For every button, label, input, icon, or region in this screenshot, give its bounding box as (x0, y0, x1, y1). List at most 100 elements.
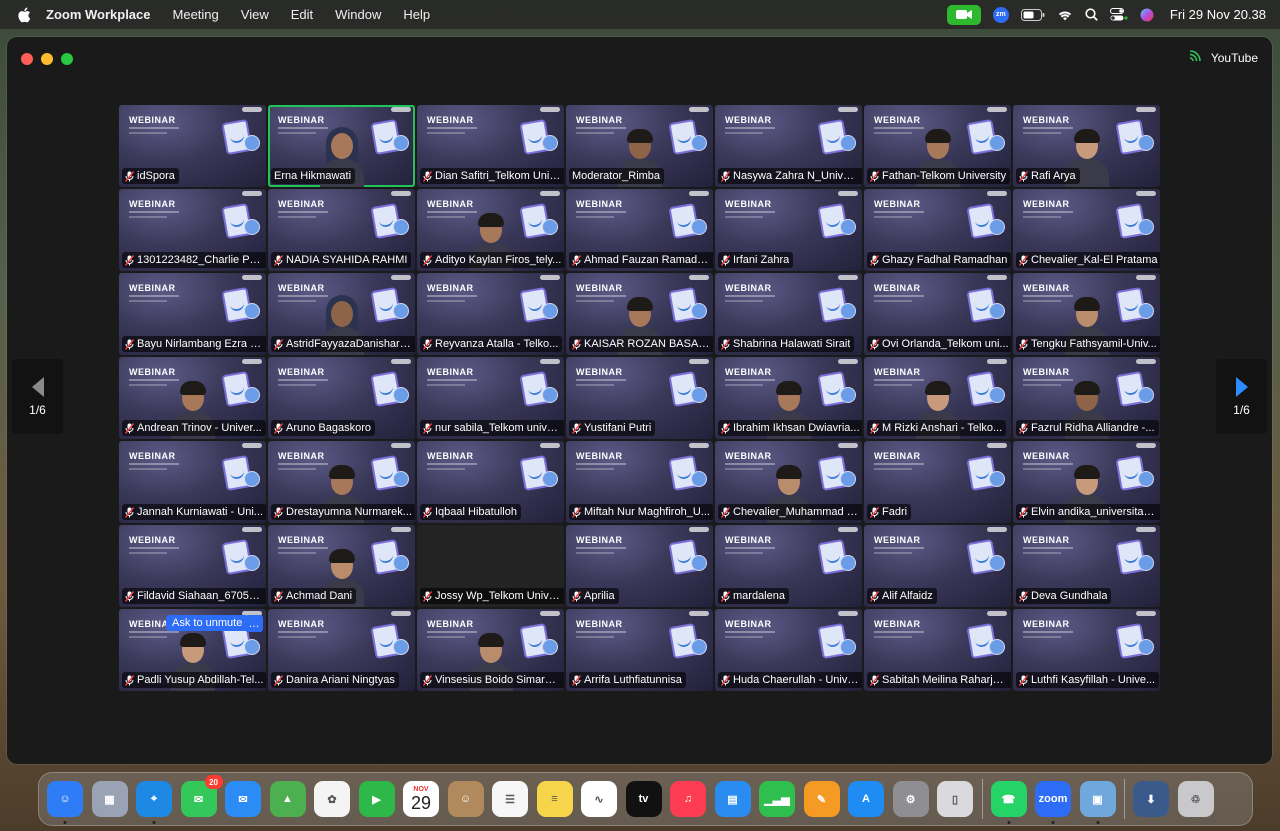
participant-tile[interactable]: WEBINAR Elvin andika_universitas... (1013, 441, 1160, 523)
apple-icon[interactable] (17, 7, 33, 23)
zoom-menu-icon[interactable]: zm (992, 6, 1009, 23)
spotlight-search-icon[interactable] (1085, 8, 1098, 21)
participant-tile[interactable]: WEBINAR Fildavid Siahaan_67052... (119, 525, 266, 607)
systemsettings-icon[interactable]: ⚙ (892, 781, 929, 817)
mail-icon[interactable]: ✉ (225, 781, 261, 817)
participant-tile[interactable]: WEBINAR Bayu Nirlambang Ezra K... (119, 273, 266, 355)
participant-tile[interactable]: WEBINAR Luthfi Kasyfillah - Unive... (1013, 609, 1160, 691)
menu-view[interactable]: View (241, 7, 269, 22)
participant-tile[interactable]: WEBINAR Iqbaal Hibatulloh (417, 441, 564, 523)
participant-tile[interactable]: WEBINAR mardalena (715, 525, 862, 607)
iphone-mirroring-icon[interactable]: ▯ (937, 781, 973, 817)
calendar-icon[interactable]: NOV 29 (403, 781, 439, 817)
participant-tile[interactable]: WEBINAR Dian Safitri_Telkom Univ... (417, 105, 564, 187)
music-icon[interactable]: ♫ (670, 781, 706, 817)
menu-edit[interactable]: Edit (291, 7, 313, 22)
contacts-icon[interactable]: ☺ (447, 781, 484, 817)
participant-tile[interactable]: WEBINAR Rafi Arya (1013, 105, 1160, 187)
participant-tile[interactable]: WEBINAR Drestayumna Nurmarek... (268, 441, 415, 523)
zoom-icon[interactable]: zoom (1035, 781, 1071, 824)
participant-tile[interactable]: WEBINAR Vinsesius Boido Simarm... (417, 609, 564, 691)
downloads-icon[interactable]: ⬇ (1133, 781, 1169, 817)
wifi-icon[interactable] (1057, 9, 1073, 21)
minimize-window-button[interactable] (41, 53, 53, 65)
participant-tile[interactable]: WEBINAR NADIA SYAHIDA RAHMI (268, 189, 415, 271)
dock-glyph: ⌖ (150, 792, 158, 805)
livestream-indicator[interactable]: YouTube (1189, 50, 1258, 65)
photos-icon[interactable]: ✿ (314, 781, 350, 817)
banner-subtitle-line (725, 132, 763, 134)
launchpad-icon[interactable]: ▦ (91, 781, 128, 817)
trash-icon[interactable]: ♲ (1177, 781, 1214, 817)
participant-tile[interactable]: WEBINAR Ask to unmute… Padli Yusup Abdilla… (119, 609, 266, 691)
participant-tile[interactable]: WEBINAR Reyvanza Atalla - Telko... (417, 273, 564, 355)
participant-tile[interactable]: WEBINAR Achmad Dani (268, 525, 415, 607)
participant-tile[interactable]: WEBINAR Adityo Kaylan Firos_tely... (417, 189, 564, 271)
participant-tile[interactable]: WEBINAR Danira Ariani Ningtyas (268, 609, 415, 691)
participant-tile[interactable]: WEBINAR Irfani Zahra (715, 189, 862, 271)
previous-page-button[interactable]: 1/6 (12, 359, 63, 434)
participant-tile[interactable]: WEBINAR Aprilia (566, 525, 713, 607)
appstore-icon[interactable]: A (848, 781, 884, 817)
freeform-icon[interactable]: ∿ (581, 781, 617, 817)
participant-tile[interactable]: WEBINAR Aruno Bagaskoro (268, 357, 415, 439)
finder-icon[interactable]: ☺ (47, 781, 83, 824)
menu-help[interactable]: Help (403, 7, 430, 22)
keynote-icon[interactable]: ▤ (714, 781, 751, 817)
participant-tile[interactable]: WEBINAR Ghazy Fadhal Ramadhan (864, 189, 1011, 271)
participant-tile[interactable]: WEBINAR Arrifa Luthfiatunnisa (566, 609, 713, 691)
safari-icon[interactable]: ⌖ (136, 781, 172, 824)
menu-meeting[interactable]: Meeting (173, 7, 219, 22)
menu-app-name[interactable]: Zoom Workplace (46, 7, 151, 22)
clock[interactable]: Fri 29 Nov 20.38 (1170, 7, 1266, 22)
participant-tile[interactable]: WEBINAR M Rizki Anshari - Telko... (864, 357, 1011, 439)
participant-tile[interactable]: WEBINAR nur sabila_Telkom unive... (417, 357, 564, 439)
maps-icon[interactable]: ▲ (269, 781, 306, 817)
participant-tile[interactable]: WEBINAR Erna Hikmawati (268, 105, 415, 187)
appletv-icon[interactable]: tv (625, 781, 662, 817)
participant-tile[interactable]: WEBINAR 1301223482_Charlie Pe... (119, 189, 266, 271)
participant-tile[interactable]: WEBINAR Andrean Trinov - Univer... (119, 357, 266, 439)
participant-tile[interactable]: WEBINAR AstridFayyazaDanishara... (268, 273, 415, 355)
battery-icon[interactable] (1020, 8, 1045, 21)
participant-tile[interactable]: WEBINAR Nasywa Zahra N_Univer... (715, 105, 862, 187)
whatsapp-icon[interactable]: ☎ (990, 781, 1027, 824)
control-center-icon[interactable] (1109, 8, 1128, 21)
fullscreen-window-button[interactable] (61, 53, 73, 65)
pages-icon[interactable]: ✎ (803, 781, 840, 817)
participant-tile[interactable]: WEBINAR Moderator_Rimba (566, 105, 713, 187)
participant-tile[interactable]: WEBINAR Miftah Nur Maghfiroh_U... (566, 441, 713, 523)
participant-tile[interactable]: WEBINAR idSpora (119, 105, 266, 187)
messages-icon[interactable]: ✉ 20 (180, 775, 223, 817)
close-window-button[interactable] (21, 53, 33, 65)
participant-tile[interactable]: WEBINAR Tengku Fathsyamil-Univ... (1013, 273, 1160, 355)
ask-to-unmute-button[interactable]: Ask to unmute (166, 615, 249, 631)
participant-tile[interactable]: WEBINAR Shabrina Halawati Sirait (715, 273, 862, 355)
participant-tile[interactable]: WEBINAR Chevalier_Muhammad N... (715, 441, 862, 523)
notes-icon[interactable]: ≡ (536, 781, 573, 817)
menu-window[interactable]: Window (335, 7, 381, 22)
participant-tile[interactable]: WEBINAR Fazrul Ridha Alliandre -... (1013, 357, 1160, 439)
participant-tile[interactable]: WEBINAR KAISAR ROZAN BASALI... (566, 273, 713, 355)
preview-icon[interactable]: ▣ (1079, 781, 1116, 824)
participant-tile[interactable]: WEBINAR Fadri (864, 441, 1011, 523)
participant-tile[interactable]: WEBINAR Ovi Orlanda_Telkom uni... (864, 273, 1011, 355)
participant-tile[interactable]: WEBINAR Deva Gundhala (1013, 525, 1160, 607)
reminders-icon[interactable]: ☰ (492, 781, 528, 817)
participant-tile[interactable]: WEBINAR Alif Alfaidz (864, 525, 1011, 607)
participant-tile[interactable]: Jossy Wp_Telkom Unive... (417, 525, 564, 607)
participant-tile[interactable]: WEBINAR Fathan-Telkom University (864, 105, 1011, 187)
siri-icon[interactable] (1140, 8, 1154, 22)
participant-tile[interactable]: WEBINAR Yustifani Putri (566, 357, 713, 439)
participant-tile[interactable]: WEBINAR Chevalier_Kal-El Pratama (1013, 189, 1160, 271)
tile-more-options-button[interactable]: … (245, 615, 263, 632)
participant-tile[interactable]: WEBINAR Sabitah Meilina Raharjo_... (864, 609, 1011, 691)
participant-tile[interactable]: WEBINAR Ahmad Fauzan Ramadh... (566, 189, 713, 271)
facetime-icon[interactable]: ▶ (358, 781, 395, 817)
participant-tile[interactable]: WEBINAR Jannah Kurniawati - Uni... (119, 441, 266, 523)
camera-in-use-icon[interactable] (946, 4, 981, 25)
next-page-button[interactable]: 1/6 (1216, 359, 1267, 434)
participant-tile[interactable]: WEBINAR Huda Chaerullah - Unive... (715, 609, 862, 691)
participant-tile[interactable]: WEBINAR Ibrahim Ikhsan Dwiavria... (715, 357, 862, 439)
numbers-icon[interactable]: ▁▃▅ (759, 781, 795, 817)
